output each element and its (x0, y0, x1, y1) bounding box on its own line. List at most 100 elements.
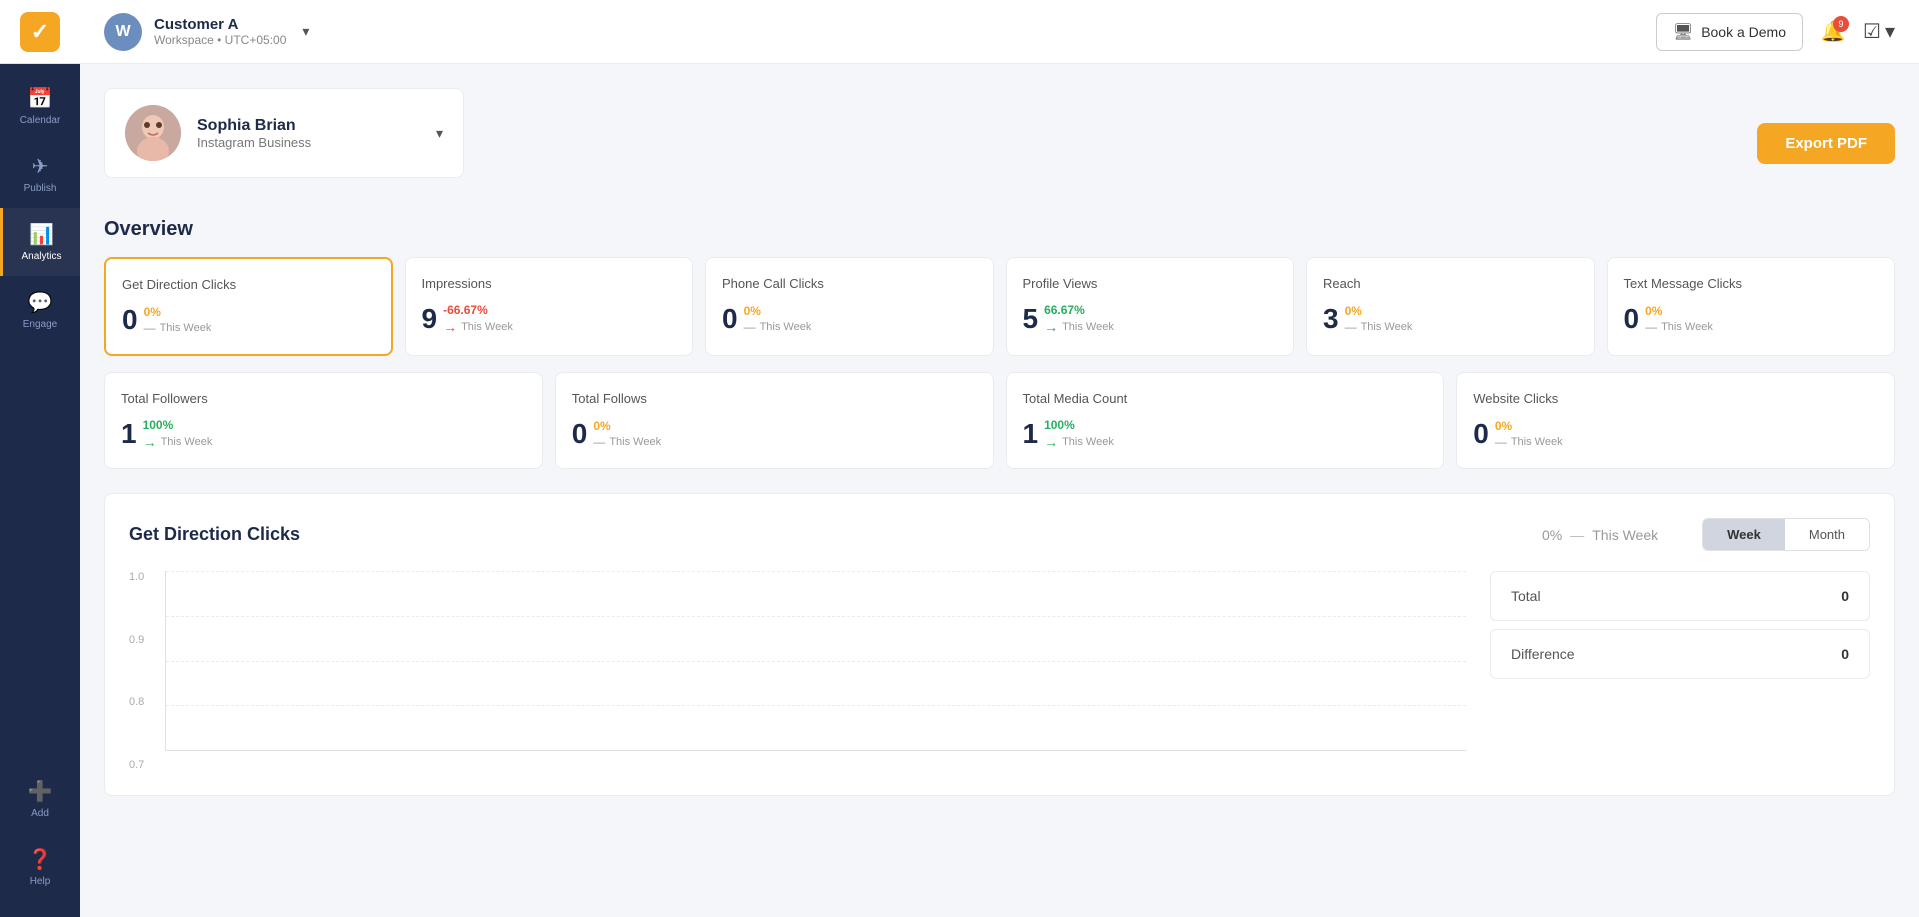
sidebar: ✓ 📅 Calendar ✈ Publish 📊 Analytics 💬 Eng… (0, 0, 80, 917)
dash-icon: — (1645, 320, 1657, 334)
engage-icon: 💬 (28, 290, 53, 315)
sidebar-label-calendar: Calendar (20, 115, 61, 126)
stat-meta: 100% → This Week (143, 418, 213, 450)
y-label-09: 0.9 (129, 634, 159, 646)
sidebar-item-calendar[interactable]: 📅 Calendar (0, 72, 80, 140)
analytics-icon: 📊 (29, 222, 54, 247)
workspace-sub: Workspace • UTC+05:00 (154, 33, 286, 47)
stats-row-2: Total Followers 1 100% → This Week Total… (104, 372, 1895, 469)
chart-grid-line-1 (166, 571, 1466, 572)
stat-pct: 0% (1345, 304, 1413, 318)
chart-pct-label: 0% (1542, 527, 1562, 543)
stat-pct: 100% (143, 418, 213, 432)
topbar: W Customer A Workspace • UTC+05:00 ▾ 🖥 B… (80, 0, 1919, 64)
stat-card-website-clicks[interactable]: Website Clicks 0 0% — This Week (1456, 372, 1895, 469)
profile-platform: Instagram Business (197, 135, 416, 150)
dash-icon: — (744, 320, 756, 334)
workspace-avatar: W (104, 13, 142, 51)
profile-chevron-icon[interactable]: ▾ (436, 125, 443, 142)
stat-card-total-media-count[interactable]: Total Media Count 1 100% → This Week (1006, 372, 1445, 469)
arrow-right-icon: → (1044, 434, 1058, 450)
chart-body: 1.0 0.9 0.8 0.7 Total0Difference0 (129, 571, 1870, 771)
chart-panel-value: 0 (1841, 646, 1849, 662)
stat-card-title: Reach (1323, 276, 1578, 291)
stat-card-title: Phone Call Clicks (722, 276, 977, 291)
stat-value: 3 (1323, 303, 1339, 335)
chart-panel-label: Difference (1511, 646, 1575, 662)
chart-area: 1.0 0.9 0.8 0.7 (129, 571, 1466, 771)
sidebar-item-help[interactable]: ❓ Help (0, 833, 80, 901)
chart-dash: — (1570, 527, 1584, 543)
notification-badge: 9 (1833, 16, 1849, 32)
stat-pct: 66.67% (1044, 303, 1114, 317)
chart-week-label: This Week (1592, 527, 1658, 543)
stat-card-bottom: 0 0% — This Week (1473, 418, 1878, 450)
sidebar-item-add[interactable]: ➕ Add (0, 765, 80, 833)
stat-card-total-follows[interactable]: Total Follows 0 0% — This Week (555, 372, 994, 469)
chart-panel-label: Total (1511, 588, 1541, 604)
stat-meta: 66.67% → This Week (1044, 303, 1114, 335)
workspace-name: Customer A (154, 16, 286, 33)
export-pdf-button[interactable]: Export PDF (1757, 123, 1895, 164)
chart-header: Get Direction Clicks 0% — This Week Week… (129, 518, 1870, 551)
stat-value: 0 (1473, 418, 1489, 450)
user-menu-chevron-icon: ▾ (1885, 19, 1895, 44)
stat-card-reach[interactable]: Reach 3 0% — This Week (1306, 257, 1595, 356)
stat-card-title: Impressions (422, 276, 677, 291)
workspace-chevron-icon[interactable]: ▾ (302, 23, 309, 40)
user-menu[interactable]: ☑ ▾ (1863, 19, 1895, 44)
arrow-right-icon: → (1044, 319, 1058, 335)
sidebar-label-help: Help (30, 876, 51, 887)
stat-card-bottom: 0 0% — This Week (1624, 303, 1879, 335)
sidebar-item-publish[interactable]: ✈ Publish (0, 140, 80, 208)
stat-meta: 0% — This Week (144, 305, 212, 335)
stat-card-profile-views[interactable]: Profile Views 5 66.67% → This Week (1006, 257, 1295, 356)
stat-pct: 0% (744, 304, 812, 318)
dash-icon: — (144, 321, 156, 335)
stat-meta: 100% → This Week (1044, 418, 1114, 450)
dash-icon: — (593, 435, 605, 449)
stat-card-get-direction-clicks[interactable]: Get Direction Clicks 0 0% — This Week (104, 257, 393, 356)
stat-card-impressions[interactable]: Impressions 9 -66.67% → This Week (405, 257, 694, 356)
stat-pct: 0% (144, 305, 212, 319)
sidebar-item-engage[interactable]: 💬 Engage (0, 276, 80, 344)
stat-card-title: Total Follows (572, 391, 977, 406)
workspace-info: Customer A Workspace • UTC+05:00 (154, 16, 286, 47)
sidebar-item-analytics[interactable]: 📊 Analytics (0, 208, 80, 276)
stat-meta: 0% — This Week (744, 304, 812, 334)
stat-pct: -66.67% (443, 303, 513, 317)
publish-icon: ✈ (32, 154, 49, 179)
notification-button[interactable]: 🔔 9 (1815, 14, 1851, 50)
chart-toggle-month[interactable]: Month (1785, 519, 1869, 550)
stat-card-title: Website Clicks (1473, 391, 1878, 406)
stat-pct: 0% (593, 419, 661, 433)
book-demo-label: Book a Demo (1701, 24, 1786, 40)
stat-week: → This Week (1044, 434, 1114, 450)
sidebar-label-add: Add (31, 808, 49, 819)
stat-week: — This Week (144, 321, 212, 335)
stat-meta: 0% — This Week (593, 419, 661, 449)
profile-avatar (125, 105, 181, 161)
chart-toggle-week[interactable]: Week (1703, 519, 1785, 550)
stat-card-bottom: 3 0% — This Week (1323, 303, 1578, 335)
stat-card-total-followers[interactable]: Total Followers 1 100% → This Week (104, 372, 543, 469)
add-icon: ➕ (28, 779, 53, 804)
arrow-right-icon: → (443, 319, 457, 335)
chart-grid-line-2 (166, 616, 1466, 617)
calendar-icon: 📅 (28, 86, 53, 111)
profile-card[interactable]: Sophia Brian Instagram Business ▾ (104, 88, 464, 178)
stat-card-phone-call-clicks[interactable]: Phone Call Clicks 0 0% — This Week (705, 257, 994, 356)
stat-value: 0 (122, 304, 138, 336)
stat-meta: 0% — This Week (1345, 304, 1413, 334)
stat-week: — This Week (744, 320, 812, 334)
sidebar-label-publish: Publish (24, 183, 57, 194)
stat-value: 9 (422, 303, 438, 335)
sidebar-label-engage: Engage (23, 319, 57, 330)
book-demo-button[interactable]: 🖥 Book a Demo (1656, 13, 1803, 51)
sidebar-bottom: ➕ Add ❓ Help (0, 765, 80, 917)
sidebar-label-analytics: Analytics (21, 251, 61, 262)
stat-week: — This Week (1645, 320, 1713, 334)
stat-value: 1 (1023, 418, 1039, 450)
stat-card-text-message-clicks[interactable]: Text Message Clicks 0 0% — This Week (1607, 257, 1896, 356)
stat-pct: 0% (1495, 419, 1563, 433)
